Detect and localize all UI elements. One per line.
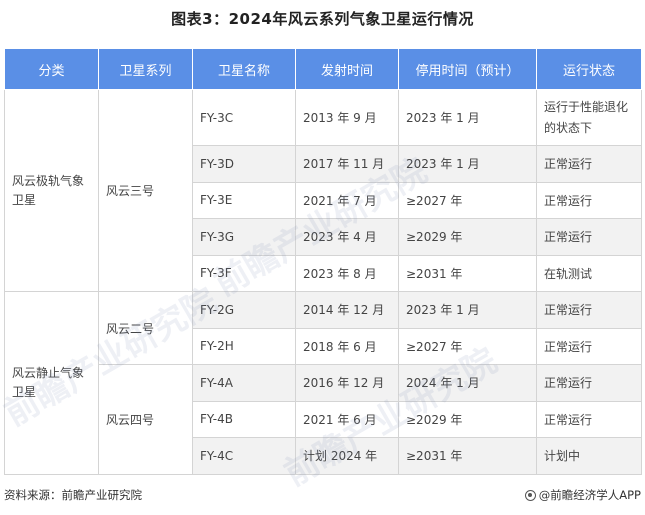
stop-time: ≥2031 年	[398, 254, 537, 292]
run-status: 正常运行	[536, 400, 642, 438]
stop-time: ≥2027 年	[398, 181, 537, 219]
stop-time: ≥2029 年	[398, 218, 537, 256]
satellite-name: FY-3E	[192, 181, 296, 219]
category-polar: 风云极轨气象卫星	[4, 89, 99, 292]
run-status: 计划中	[536, 437, 642, 475]
satellite-name: FY-3F	[192, 254, 296, 292]
brand-credit: @前瞻经济学人APP	[524, 487, 641, 503]
run-status: 正常运行	[536, 145, 642, 183]
satellite-table: 分类 卫星系列 卫星名称 发射时间 停用时间（预计） 运行状态 风云极轨气象卫星…	[4, 48, 642, 475]
run-status: 正常运行	[536, 364, 642, 402]
launch-time: 2023 年 8 月	[295, 254, 399, 292]
stop-time: 2024 年 1 月	[398, 364, 537, 402]
table-row: 风云四号 FY-4A 2016 年 12 月 2024 年 1 月 正常运行	[4, 364, 642, 475]
source-note: 资料来源：前瞻产业研究院	[4, 488, 142, 502]
series-fy4: 风云四号	[98, 364, 193, 475]
run-status: 正常运行	[536, 291, 642, 329]
run-status: 运行于性能退化的状态下	[536, 89, 642, 146]
header-status: 运行状态	[536, 48, 642, 90]
satellite-name: FY-2G	[192, 291, 296, 329]
satellite-name: FY-4A	[192, 364, 296, 402]
stop-time: ≥2031 年	[398, 437, 537, 475]
table-header-row: 分类 卫星系列 卫星名称 发射时间 停用时间（预计） 运行状态	[4, 48, 642, 90]
header-stop-time: 停用时间（预计）	[398, 48, 537, 90]
series-fy2: 风云二号	[98, 291, 193, 365]
satellite-name: FY-3G	[192, 218, 296, 256]
satellite-name: FY-2H	[192, 327, 296, 365]
satellite-name: FY-4B	[192, 400, 296, 438]
chart-title: 图表3：2024年风云系列气象卫星运行情况	[171, 10, 474, 28]
run-status: 正常运行	[536, 218, 642, 256]
launch-time: 2021 年 6 月	[295, 400, 399, 438]
launch-time: 2017 年 11 月	[295, 145, 399, 183]
run-status: 正常运行	[536, 181, 642, 219]
satellite-name: FY-3C	[192, 89, 296, 146]
table-row: 风云静止气象卫星 风云二号 FY-2G 2014 年 12 月 2023 年 1…	[4, 291, 642, 475]
stop-time: ≥2027 年	[398, 327, 537, 365]
series-fy3: 风云三号	[98, 89, 193, 292]
stop-time: 2023 年 1 月	[398, 145, 537, 183]
satellite-name: FY-4C	[192, 437, 296, 475]
stop-time: ≥2029 年	[398, 400, 537, 438]
header-launch-time: 发射时间	[295, 48, 399, 90]
table-row: 风云极轨气象卫星 风云三号 FY-3C 2013 年 9 月 2023 年 1 …	[4, 89, 642, 292]
launch-time: 2023 年 4 月	[295, 218, 399, 256]
header-series: 卫星系列	[98, 48, 193, 90]
stop-time: 2023 年 1 月	[398, 291, 537, 329]
run-status: 正常运行	[536, 327, 642, 365]
run-status: 在轨测试	[536, 254, 642, 292]
header-satellite-name: 卫星名称	[192, 48, 296, 90]
launch-time: 2014 年 12 月	[295, 291, 399, 329]
brand-logo-icon	[524, 489, 536, 501]
brand-text: @前瞻经济学人APP	[538, 488, 641, 502]
category-geo: 风云静止气象卫星	[4, 291, 99, 475]
launch-time: 2021 年 7 月	[295, 181, 399, 219]
launch-time: 计划 2024 年	[295, 437, 399, 475]
header-category: 分类	[4, 48, 99, 90]
launch-time: 2018 年 6 月	[295, 327, 399, 365]
stop-time: 2023 年 1 月	[398, 89, 537, 146]
satellite-name: FY-3D	[192, 145, 296, 183]
launch-time: 2013 年 9 月	[295, 89, 399, 146]
launch-time: 2016 年 12 月	[295, 364, 399, 402]
